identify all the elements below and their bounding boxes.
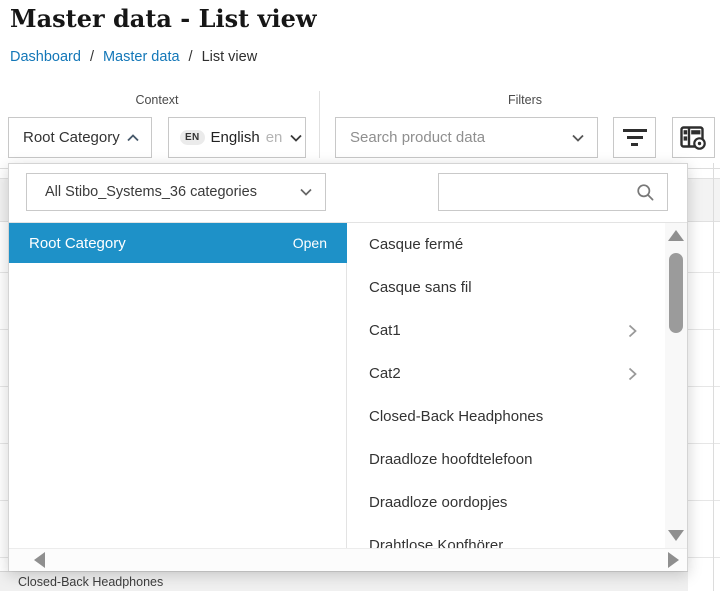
search-dropdown-placeholder: Search product data — [350, 129, 572, 146]
list-item[interactable]: Closed-Back Headphones — [347, 395, 687, 438]
panel-body: Root Category Open Casque fermé Casque s… — [9, 223, 687, 548]
context-category-dropdown[interactable]: Root Category — [8, 117, 152, 158]
chevron-down-icon — [572, 134, 584, 142]
vertical-scrollbar[interactable] — [665, 223, 687, 548]
category-scope-select[interactable]: All Stibo_Systems_36 categories — [26, 173, 326, 211]
scroll-down-icon[interactable] — [668, 530, 684, 541]
search-icon — [636, 183, 655, 202]
breadcrumb-master-data[interactable]: Master data — [103, 49, 180, 65]
category-picker-panel: All Stibo_Systems_36 categories Root Cat… — [8, 163, 688, 571]
filter-icon — [623, 129, 647, 146]
language-name: English — [211, 129, 260, 146]
chevron-right-icon — [628, 324, 637, 338]
breadcrumb-separator: / — [189, 49, 193, 65]
master-data-list-view-window: Master data - List view Dashboard / Mast… — [0, 0, 720, 591]
context-category-value: Root Category — [23, 129, 127, 146]
filter-button[interactable] — [613, 117, 656, 158]
language-badge: EN — [180, 130, 205, 145]
list-item[interactable]: Casque sans fil — [347, 266, 687, 309]
tree-item-root-category[interactable]: Root Category Open — [9, 223, 347, 263]
search-product-data-dropdown[interactable]: Search product data — [335, 117, 598, 158]
status-bar: Closed-Back Headphones — [0, 571, 688, 591]
chevron-up-icon — [127, 134, 139, 142]
list-item[interactable]: Draadloze hoofdtelefoon — [347, 438, 687, 481]
scroll-right-icon[interactable] — [668, 552, 679, 568]
chevron-down-icon — [300, 188, 312, 196]
panel-search-input[interactable] — [451, 184, 636, 200]
breadcrumb-list-view: List view — [202, 49, 258, 65]
language-code: en — [266, 129, 283, 146]
horizontal-scrollbar[interactable] — [9, 548, 687, 571]
category-scope-value: All Stibo_Systems_36 categories — [45, 184, 300, 200]
filters-group-label: Filters — [335, 93, 715, 107]
chevron-down-icon — [290, 134, 302, 142]
panel-search-box — [438, 173, 668, 211]
panel-toolbar: All Stibo_Systems_36 categories — [9, 164, 687, 223]
open-action-link[interactable]: Open — [293, 235, 327, 251]
list-item[interactable]: Cat2 — [347, 352, 687, 395]
selected-node-label: Root Category — [29, 235, 293, 252]
list-item[interactable]: Casque fermé — [347, 223, 687, 266]
context-language-dropdown[interactable]: EN English en — [168, 117, 306, 158]
context-group-label: Context — [8, 93, 306, 107]
toolbar-section-divider — [319, 91, 320, 158]
scroll-up-icon[interactable] — [668, 230, 684, 241]
vertical-scrollbar-thumb[interactable] — [669, 253, 683, 333]
child-category-list: Casque fermé Casque sans fil Cat1 Cat2 — [347, 223, 687, 548]
breadcrumb-dashboard[interactable]: Dashboard — [10, 49, 81, 65]
breadcrumb-separator: / — [90, 49, 94, 65]
list-item[interactable]: Cat1 — [347, 309, 687, 352]
scroll-left-icon[interactable] — [34, 552, 45, 568]
list-item[interactable]: Drahtlose Kopfhörer — [347, 524, 687, 548]
status-bar-text: Closed-Back Headphones — [0, 575, 163, 589]
table-eye-icon — [680, 126, 707, 150]
chevron-right-icon — [628, 367, 637, 381]
category-tree-column: Root Category Open — [9, 223, 347, 548]
page-title: Master data - List view — [10, 4, 317, 33]
list-item[interactable]: Draadloze oordopjes — [347, 481, 687, 524]
breadcrumb: Dashboard / Master data / List view — [10, 49, 257, 65]
column-settings-button[interactable] — [672, 117, 715, 158]
